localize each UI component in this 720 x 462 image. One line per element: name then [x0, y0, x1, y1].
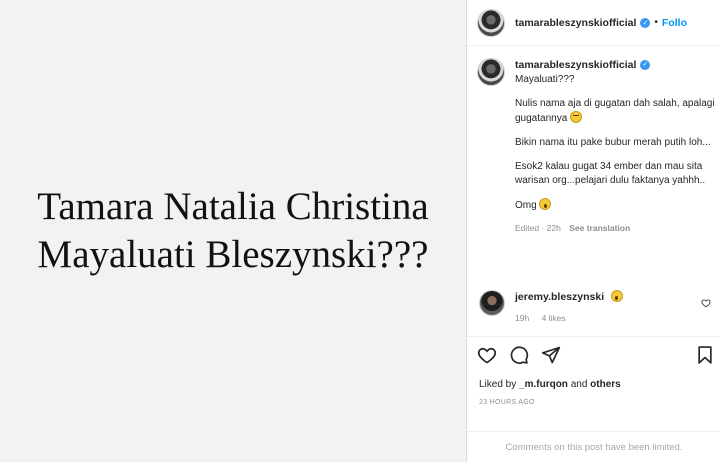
caption-paragraph: Omg: [515, 198, 717, 213]
follow-button[interactable]: Follo: [662, 17, 687, 29]
edited-label: Edited · 22h: [515, 223, 561, 233]
action-icons: [477, 345, 713, 367]
save-bookmark-icon[interactable]: [695, 345, 715, 365]
liked-by-others[interactable]: others: [590, 379, 621, 390]
post-sidebar: tamarableszynskiofficial ✓ • Follo tamar…: [466, 0, 720, 462]
header-username[interactable]: tamarableszynskiofficial: [515, 17, 636, 29]
post-header: tamarableszynskiofficial ✓ • Follo: [467, 0, 720, 46]
comment-like-heart-icon[interactable]: [701, 298, 711, 308]
liked-by-and: and: [570, 379, 588, 390]
comment-meta: 19h 4 likes: [515, 313, 623, 323]
caption-avatar[interactable]: [477, 58, 505, 86]
header-separator: •: [654, 17, 658, 28]
see-translation-link[interactable]: See translation: [569, 223, 630, 233]
caption-paragraph: Mayaluati???: [515, 74, 575, 85]
liked-by-prefix: Liked by: [479, 379, 517, 390]
comment-bubble-icon[interactable]: [509, 345, 529, 365]
comments-limited-notice: Comments on this post have been limited.: [467, 431, 720, 453]
surprised-emoji-icon: [610, 290, 623, 302]
post-text-line-1: Tamara Natalia Christina: [37, 185, 429, 228]
caption: tamarableszynskiofficial ✓ Mayaluati??? N…: [477, 58, 717, 235]
avatar[interactable]: [477, 8, 505, 37]
verified-badge-icon: ✓: [640, 17, 651, 28]
caption-paragraph: Esok2 kalau gugat 34 ember dan mau sita …: [515, 161, 706, 186]
post-timestamp[interactable]: 23 HOURS AGO: [479, 399, 535, 406]
liked-by: Liked by _m.furqon and others: [479, 379, 621, 390]
eye-roll-emoji-icon: [570, 111, 583, 123]
comment-time: 19h: [515, 313, 530, 323]
like-heart-icon[interactable]: [477, 345, 497, 365]
share-paper-plane-icon[interactable]: [541, 345, 561, 365]
post-text-line-2: Mayaluati Bleszynski???: [37, 233, 429, 276]
post-image: Tamara Natalia Christina Mayaluati Blesz…: [0, 0, 466, 462]
caption-paragraph: Nulis nama aja di gugatan dah salah, apa…: [515, 98, 715, 124]
comment-avatar[interactable]: [479, 290, 505, 316]
comment-username[interactable]: jeremy.bleszynski: [515, 291, 604, 303]
caption-meta: Edited · 22h See translation: [515, 221, 717, 235]
comment-body: jeremy.bleszynski 19h 4 likes: [515, 290, 623, 323]
comment: jeremy.bleszynski 19h 4 likes: [479, 290, 715, 323]
post-actions: Liked by _m.furqon and others 23 HOURS A…: [467, 336, 720, 456]
post-image-text: Tamara Natalia Christina Mayaluati Blesz…: [37, 183, 428, 279]
caption-body: tamarableszynskiofficial ✓ Mayaluati??? N…: [515, 58, 717, 235]
caption-username[interactable]: tamarableszynskiofficial: [515, 59, 636, 71]
scream-emoji-icon: [539, 198, 552, 210]
liked-by-user[interactable]: _m.furqon: [519, 379, 568, 390]
caption-paragraph: Bikin nama itu pake bubur merah putih lo…: [515, 137, 711, 148]
verified-badge-icon: ✓: [640, 60, 651, 71]
comment-likes[interactable]: 4 likes: [542, 313, 566, 323]
